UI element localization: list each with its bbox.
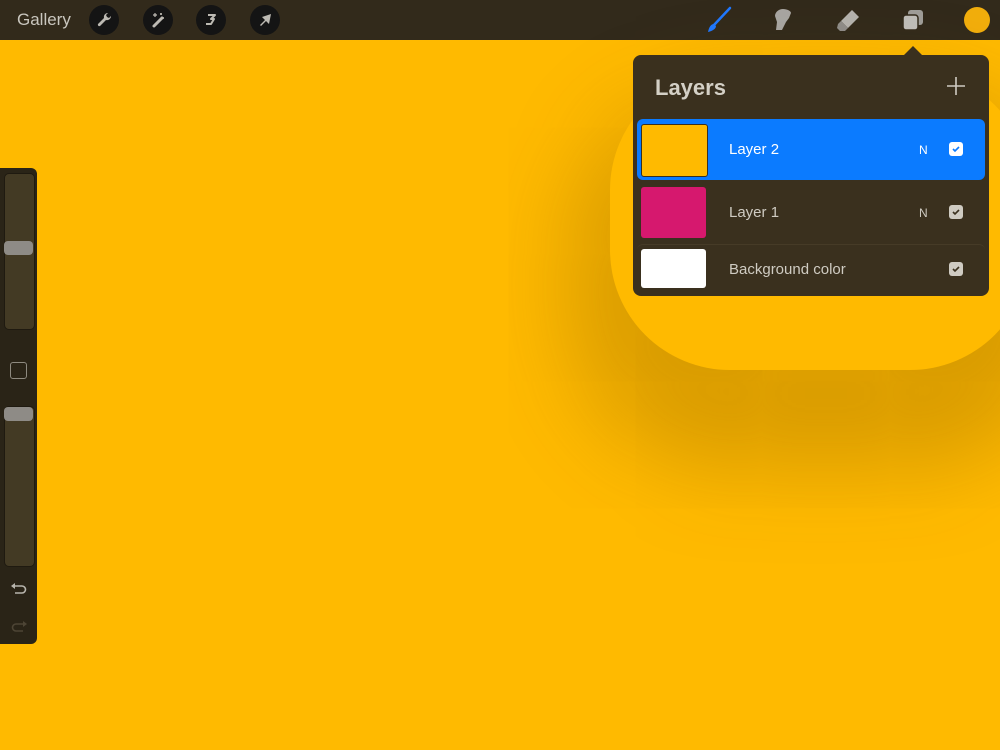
brush-icon [708,6,732,32]
square-modify-icon[interactable] [10,362,27,379]
add-layer-button[interactable] [945,75,967,97]
visibility-checkbox[interactable] [949,205,963,219]
brush-opacity-slider[interactable] [4,406,35,567]
layers-tool-button[interactable] [898,5,928,35]
arrow-cursor-icon [260,14,271,26]
checkmark-icon [952,266,960,273]
plus-icon [947,77,965,95]
layer-name: Layer 1 [729,204,780,221]
smudge-tool-button[interactable] [768,5,798,35]
layer-name: Layer 2 [729,141,780,158]
brush-opacity-slider-thumb[interactable] [4,407,33,421]
blend-mode-button[interactable]: N [919,143,928,157]
transform-button[interactable] [250,5,280,35]
gallery-button[interactable]: Gallery [17,10,71,30]
color-picker-button[interactable] [964,7,990,33]
magic-wand-icon [152,13,164,28]
layer-row[interactable]: Layer 2 N [637,119,985,180]
visibility-checkbox[interactable] [949,262,963,276]
brush-tool-button[interactable] [704,5,734,35]
layers-panel: Layers Layer 2 N Layer 1 N Background co… [633,55,989,296]
redo-button[interactable] [9,619,29,635]
redo-icon [11,621,27,632]
undo-button[interactable] [9,581,29,597]
layer-name: Background color [729,261,846,278]
checkmark-icon [952,146,960,153]
checkmark-icon [952,209,960,216]
layer-thumbnail [641,187,706,238]
brush-size-slider-thumb[interactable] [4,240,33,255]
adjustments-button[interactable] [143,5,173,35]
undo-icon [11,583,27,594]
wrench-icon [97,12,112,27]
eraser-icon [837,10,859,31]
actions-button[interactable] [89,5,119,35]
left-sidebar [0,168,37,644]
layer-thumbnail [641,124,708,177]
blend-mode-button[interactable]: N [919,206,928,220]
panel-title: Layers [655,75,726,100]
visibility-checkbox[interactable] [949,142,963,156]
smudge-finger-icon [775,9,791,30]
eraser-tool-button[interactable] [833,5,863,35]
selection-button[interactable] [196,5,226,35]
selection-s-icon [206,14,216,25]
top-toolbar: Gallery [0,0,1000,40]
layers-icon [902,10,923,31]
layer-row[interactable]: Layer 1 N [637,182,985,243]
layer-thumbnail [641,249,706,288]
layer-row[interactable]: Background color [637,244,985,297]
